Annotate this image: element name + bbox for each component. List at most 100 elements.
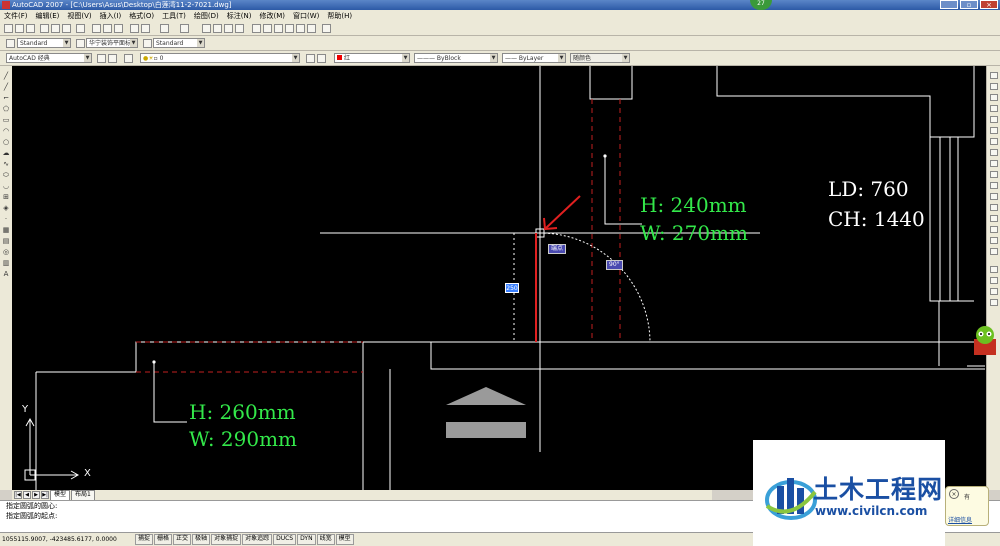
chamfer-icon[interactable] xyxy=(990,226,998,233)
arc-icon[interactable]: ◠ xyxy=(2,127,10,135)
block-editor-icon[interactable] xyxy=(141,24,150,33)
calculator-icon[interactable] xyxy=(307,24,316,33)
rotate-icon[interactable] xyxy=(990,138,998,145)
text-style-select[interactable]: Standard ▼ xyxy=(17,38,71,48)
polyline-icon[interactable]: ⌐ xyxy=(2,94,10,102)
restore-button[interactable]: ▫ xyxy=(960,0,978,9)
pan-icon[interactable] xyxy=(202,24,211,33)
workspace-save-icon[interactable] xyxy=(108,54,117,63)
autocad-app-icon[interactable] xyxy=(2,1,10,9)
snap-center-icon[interactable] xyxy=(990,299,998,306)
table-style-icon[interactable] xyxy=(143,39,152,48)
table-icon[interactable]: ▥ xyxy=(2,259,10,267)
break-icon[interactable] xyxy=(990,204,998,211)
publish-icon[interactable] xyxy=(62,24,71,33)
linetype-select[interactable]: ——— ByBlock ▼ xyxy=(414,53,498,63)
line-icon[interactable]: ╱ xyxy=(2,72,10,80)
menu-tools[interactable]: 工具(T) xyxy=(162,10,186,22)
workspace-select[interactable]: AutoCAD 经典 ▼ xyxy=(6,53,92,63)
gradient-icon[interactable]: ▤ xyxy=(2,237,10,245)
scale-icon[interactable] xyxy=(990,149,998,156)
make-current-layer-icon[interactable] xyxy=(306,54,315,63)
tab-model[interactable]: 模型 xyxy=(50,489,71,501)
mirror-icon[interactable] xyxy=(990,94,998,101)
model-toggle[interactable]: 模型 xyxy=(335,534,354,545)
tab-layout1[interactable]: 布局1 xyxy=(71,489,95,501)
save-icon[interactable] xyxy=(26,24,35,33)
offset-icon[interactable] xyxy=(990,105,998,112)
move-icon[interactable] xyxy=(990,127,998,134)
print-icon[interactable] xyxy=(40,24,49,33)
region-icon[interactable]: ◎ xyxy=(2,248,10,256)
close-balloon-icon[interactable]: × xyxy=(949,489,959,499)
zoom-previous-icon[interactable] xyxy=(235,24,244,33)
redo-icon[interactable] xyxy=(180,24,189,33)
menu-edit[interactable]: 编辑(E) xyxy=(36,10,60,22)
ellipse-icon[interactable]: ⬭ xyxy=(2,171,10,179)
layer-manager-icon[interactable] xyxy=(124,54,133,63)
print-preview-icon[interactable] xyxy=(51,24,60,33)
dynamic-input-box[interactable]: 250 xyxy=(505,283,519,293)
markup-icon[interactable] xyxy=(296,24,305,33)
fillet-icon[interactable] xyxy=(990,237,998,244)
lineweight-toggle[interactable]: 线宽 xyxy=(316,534,335,545)
menu-insert[interactable]: 插入(I) xyxy=(100,10,122,22)
ducs-toggle[interactable]: DUCS xyxy=(273,534,297,545)
hatch-icon[interactable]: ▦ xyxy=(2,226,10,234)
dyn-toggle[interactable]: DYN xyxy=(297,534,316,545)
rectangle-icon[interactable]: ▭ xyxy=(2,116,10,124)
snap-intersection-icon[interactable] xyxy=(990,288,998,295)
table-style-select[interactable]: Standard ▼ xyxy=(153,38,205,48)
workspace-settings-icon[interactable] xyxy=(97,54,106,63)
array-icon[interactable] xyxy=(990,116,998,123)
prev-tab-button[interactable]: ◀ xyxy=(23,491,31,499)
coordinate-readout[interactable]: 1055115.9007, -423485.6177, 0.0000 xyxy=(2,536,134,543)
osnap-toggle[interactable]: 对象捕捉 xyxy=(211,534,242,545)
color-select[interactable]: 红 ▼ xyxy=(334,53,410,63)
notification-balloon[interactable]: × 有 详细信息 xyxy=(945,486,989,526)
grid-toggle[interactable]: 栅格 xyxy=(154,534,173,545)
close-button[interactable]: × xyxy=(980,0,998,9)
plotstyle-select[interactable]: 随颜色 ▼ xyxy=(570,53,630,63)
paste-icon[interactable] xyxy=(114,24,123,33)
layer-previous-icon[interactable] xyxy=(317,54,326,63)
next-tab-button[interactable]: ▶ xyxy=(32,491,40,499)
construction-line-icon[interactable]: ╱ xyxy=(2,83,10,91)
notification-badge[interactable]: 27 xyxy=(750,0,772,10)
polygon-icon[interactable]: ⬠ xyxy=(2,105,10,113)
polar-toggle[interactable]: 极轴 xyxy=(192,534,211,545)
circle-icon[interactable]: ○ xyxy=(2,138,10,146)
menu-modify[interactable]: 修改(M) xyxy=(259,10,285,22)
menu-help[interactable]: 帮助(H) xyxy=(327,10,352,22)
minimize-button[interactable]: _ xyxy=(940,0,958,9)
explode-icon[interactable] xyxy=(990,248,998,255)
ellipse-arc-icon[interactable]: ◡ xyxy=(2,182,10,190)
menu-dimension[interactable]: 标注(N) xyxy=(227,10,252,22)
drawing-canvas[interactable]: H: 260mm W: 290mm H: 240mm W: 270mm LD: … xyxy=(12,66,986,490)
lineweight-select[interactable]: —— ByLayer ▼ xyxy=(502,53,566,63)
zoom-realtime-icon[interactable] xyxy=(213,24,222,33)
balloon-details-link[interactable]: 详细信息 xyxy=(948,515,972,524)
sheet-set-icon[interactable] xyxy=(285,24,294,33)
insert-block-icon[interactable]: ⊞ xyxy=(2,193,10,201)
menu-file[interactable]: 文件(F) xyxy=(4,10,28,22)
revision-cloud-icon[interactable]: ☁ xyxy=(2,149,10,157)
multiline-text-icon[interactable]: A xyxy=(2,270,10,278)
make-block-icon[interactable]: ◈ xyxy=(2,204,10,212)
properties-icon[interactable] xyxy=(252,24,261,33)
new-icon[interactable] xyxy=(4,24,13,33)
snap-toggle[interactable]: 捕捉 xyxy=(135,534,154,545)
last-tab-button[interactable]: ▶| xyxy=(41,491,49,499)
snap-midpoint-icon[interactable] xyxy=(990,277,998,284)
trim-icon[interactable] xyxy=(990,171,998,178)
match-properties-icon[interactable] xyxy=(130,24,139,33)
erase-icon[interactable] xyxy=(990,72,998,79)
spline-icon[interactable]: ∿ xyxy=(2,160,10,168)
menu-draw[interactable]: 绘图(D) xyxy=(194,10,219,22)
dim-style-icon[interactable] xyxy=(76,39,85,48)
help-icon[interactable] xyxy=(322,24,331,33)
extend-icon[interactable] xyxy=(990,182,998,189)
dim-style-select[interactable]: 华宁装饰平面标 ▼ xyxy=(86,38,138,48)
zoom-window-icon[interactable] xyxy=(224,24,233,33)
first-tab-button[interactable]: |◀ xyxy=(14,491,22,499)
